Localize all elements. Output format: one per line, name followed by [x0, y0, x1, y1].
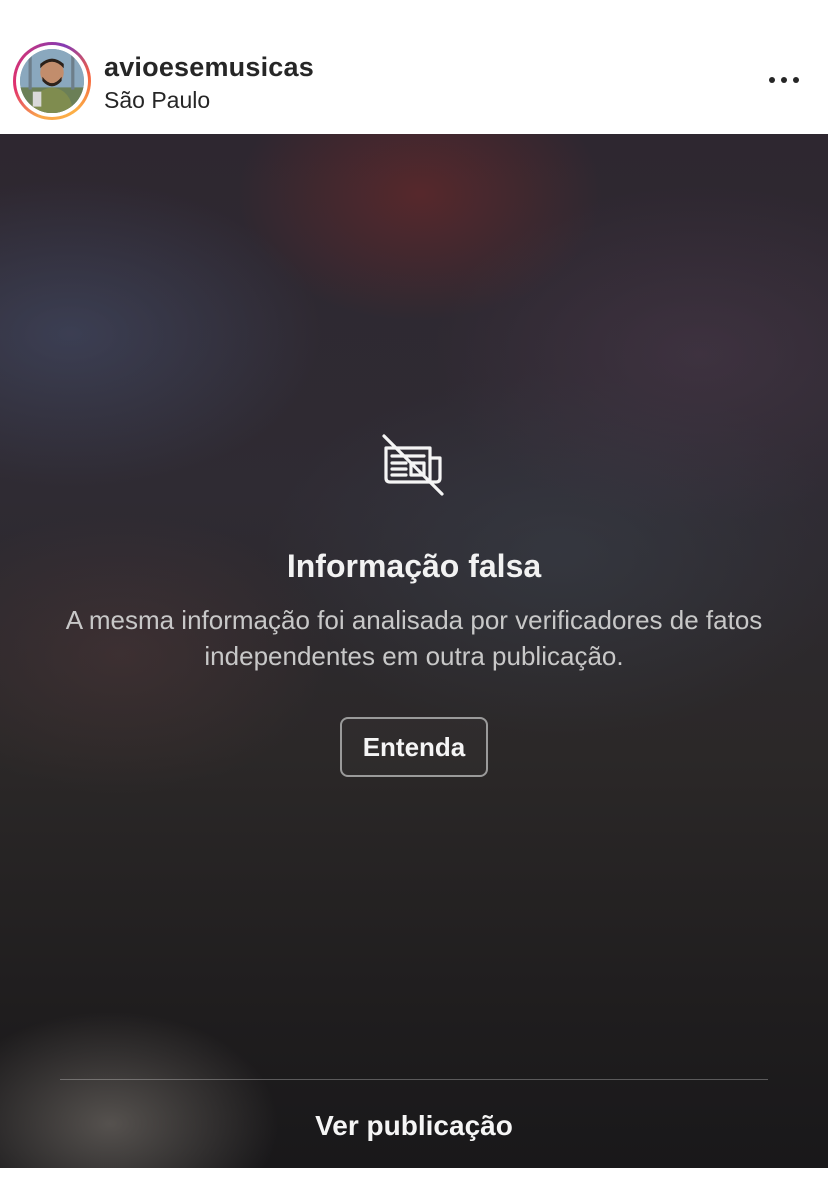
- location[interactable]: São Paulo: [104, 86, 210, 114]
- profile-avatar-story-ring[interactable]: [13, 42, 91, 120]
- post-media-blurred[interactable]: Informação falsa A mesma informação foi …: [0, 134, 828, 1168]
- divider: [60, 1079, 768, 1080]
- more-horizontal-icon-dot: [781, 77, 787, 83]
- warning-title: Informação falsa: [286, 548, 542, 584]
- bottom-strip: [0, 1168, 828, 1182]
- post-header: avioesemusicas São Paulo: [0, 0, 828, 134]
- more-horizontal-icon-dot: [793, 77, 799, 83]
- newspaper-slash-icon: [380, 432, 448, 500]
- avatar-frame: [16, 45, 88, 117]
- username[interactable]: avioesemusicas: [104, 51, 314, 83]
- avatar-photo: [20, 49, 84, 113]
- more-horizontal-icon: [769, 77, 775, 83]
- learn-more-button[interactable]: Entenda: [340, 717, 488, 777]
- warning-description: A mesma informação foi analisada por ver…: [65, 605, 763, 671]
- view-post-button[interactable]: Ver publicação: [0, 1096, 828, 1156]
- avatar: [20, 49, 84, 113]
- more-options-button[interactable]: [758, 60, 810, 100]
